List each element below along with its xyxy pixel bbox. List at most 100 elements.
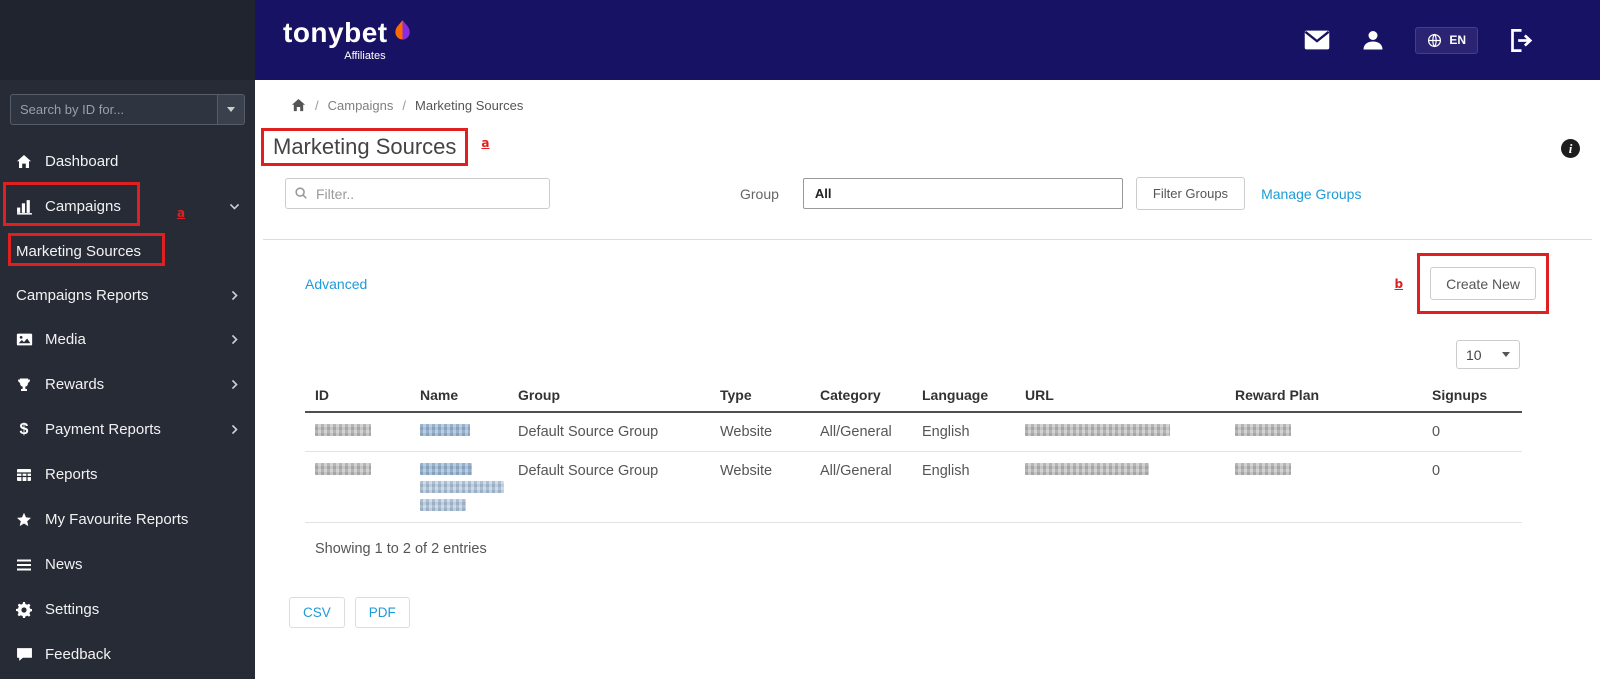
sidebar-item-campaigns[interactable]: Campaigns [0,184,255,229]
table-icon [14,467,34,483]
home-icon [14,154,34,170]
table-summary: Showing 1 to 2 of 2 entries [315,541,487,557]
filter-row: Group All Filter Groups Manage Groups [285,177,1600,210]
brand-logo[interactable]: tonybet Affiliates [283,16,412,62]
messages-envelope-icon[interactable] [1303,26,1331,54]
export-csv-button[interactable]: CSV [289,597,345,628]
sidebar-item-rewards[interactable]: Rewards [0,362,255,407]
export-buttons: CSV PDF [289,597,1600,628]
col-header-language: Language [922,387,989,403]
page-size-value: 10 [1466,346,1482,363]
redacted-name-link[interactable] [420,463,472,475]
info-icon[interactable]: i [1561,139,1580,158]
sidebar-item-media[interactable]: Media [0,317,255,362]
comment-icon [14,646,34,663]
chevron-right-icon [228,378,241,391]
page-title: Marketing Sources [273,134,457,159]
sidebar-item-label: Settings [45,601,100,618]
sidebar-item-dashboard[interactable]: Dashboard [0,139,255,184]
breadcrumb-campaigns[interactable]: Campaigns [328,98,394,113]
actions-row: Advanced b Create New [305,253,1549,314]
col-header-id: ID [315,387,329,403]
sidebar-item-label: Dashboard [45,153,119,170]
image-icon [14,331,34,348]
sidebar-item-marketing-sources[interactable]: Marketing Sources [0,229,255,273]
annotation-letter-a: a [481,136,490,150]
redacted-name-stack [420,463,504,511]
sidebar-item-campaigns-reports[interactable]: Campaigns Reports [0,273,255,317]
breadcrumb-home-icon[interactable] [291,98,306,113]
user-profile-icon[interactable] [1361,28,1385,52]
create-annotation-box: Create New [1417,253,1549,314]
export-pdf-button[interactable]: PDF [354,597,410,628]
topbar: tonybet Affiliates EN [255,0,1600,80]
cell-language: English [922,424,970,440]
breadcrumb-separator: / [402,98,407,113]
chevron-right-icon [228,289,241,302]
col-header-reward-plan: Reward Plan [1235,387,1320,403]
sidebar-item-label: News [45,556,83,573]
sidebar-item-reports[interactable]: Reports [0,452,255,497]
cell-group: Default Source Group [518,463,659,479]
flame-icon [393,19,412,49]
language-selector[interactable]: EN [1415,26,1478,54]
group-select[interactable]: All [802,178,1123,209]
caret-down-icon [1502,352,1510,357]
sidebar-item-my-favourite-reports[interactable]: My Favourite Reports [0,497,255,542]
sidebar-search-dropdown-button[interactable] [218,94,245,125]
globe-icon [1427,33,1442,48]
redacted-url [1025,463,1149,475]
sidebar-item-feedback[interactable]: Feedback [0,632,255,677]
page-size-select[interactable]: 10 [1456,340,1520,369]
topbar-actions: EN [1303,26,1535,54]
list-icon [14,557,34,573]
sidebar-item-settings[interactable]: Settings [0,587,255,632]
app: Dashboard Campaigns Marketing Sources Ca… [0,0,1600,679]
sidebar-item-label: Reports [45,466,98,483]
col-header-url: URL [1025,387,1054,403]
sidebar-nav: Dashboard Campaigns Marketing Sources Ca… [0,139,255,677]
breadcrumb-current: Marketing Sources [415,98,524,113]
chevron-right-icon [228,333,241,346]
logout-icon[interactable] [1508,27,1535,54]
sidebar-search-input[interactable] [10,94,218,125]
filter-input-wrap [285,178,550,209]
create-new-button[interactable]: Create New [1430,267,1536,300]
search-icon [294,186,308,200]
redacted-name-line [420,481,504,493]
cell-category: All/General [820,463,892,479]
brand-name: tonybet [283,16,388,48]
sidebar-item-news[interactable]: News [0,542,255,587]
pagesize-row: 10 [255,340,1520,369]
star-icon [14,512,34,528]
cell-type: Website [720,424,773,440]
redacted-name-link[interactable] [420,424,470,436]
caret-down-icon [227,107,235,112]
manage-groups-link[interactable]: Manage Groups [1261,186,1361,202]
sidebar-top-spacer [0,0,255,80]
sidebar-item-label: Rewards [45,376,105,393]
sidebar-item-payment-reports[interactable]: $ Payment Reports [0,407,255,452]
redacted-reward-plan [1235,424,1291,436]
redacted-name-line [420,499,466,511]
trophy-icon [14,377,34,393]
brand-subtitle: Affiliates [344,49,386,62]
advanced-link[interactable]: Advanced [305,276,367,292]
redacted-reward-plan [1235,463,1291,475]
sidebar-item-label: Feedback [45,646,111,663]
col-header-category: Category [820,387,881,403]
title-row: Marketing Sources a [261,128,1600,166]
redacted-url [1025,424,1170,436]
redacted-id [315,424,371,436]
cell-signups: 0 [1432,463,1441,479]
table-row: Default Source Group Website All/General… [305,452,1522,523]
filter-input[interactable] [285,178,550,209]
sidebar-item-label: Marketing Sources [16,242,142,260]
chevron-right-icon [228,423,241,436]
main-area: tonybet Affiliates EN / Campaigns / Mark… [255,0,1600,679]
col-header-signups: Signups [1432,387,1488,403]
chevron-down-icon [228,200,241,213]
sidebar-item-label: Media [45,331,86,348]
filter-groups-button[interactable]: Filter Groups [1135,177,1246,210]
col-header-group: Group [518,387,560,403]
